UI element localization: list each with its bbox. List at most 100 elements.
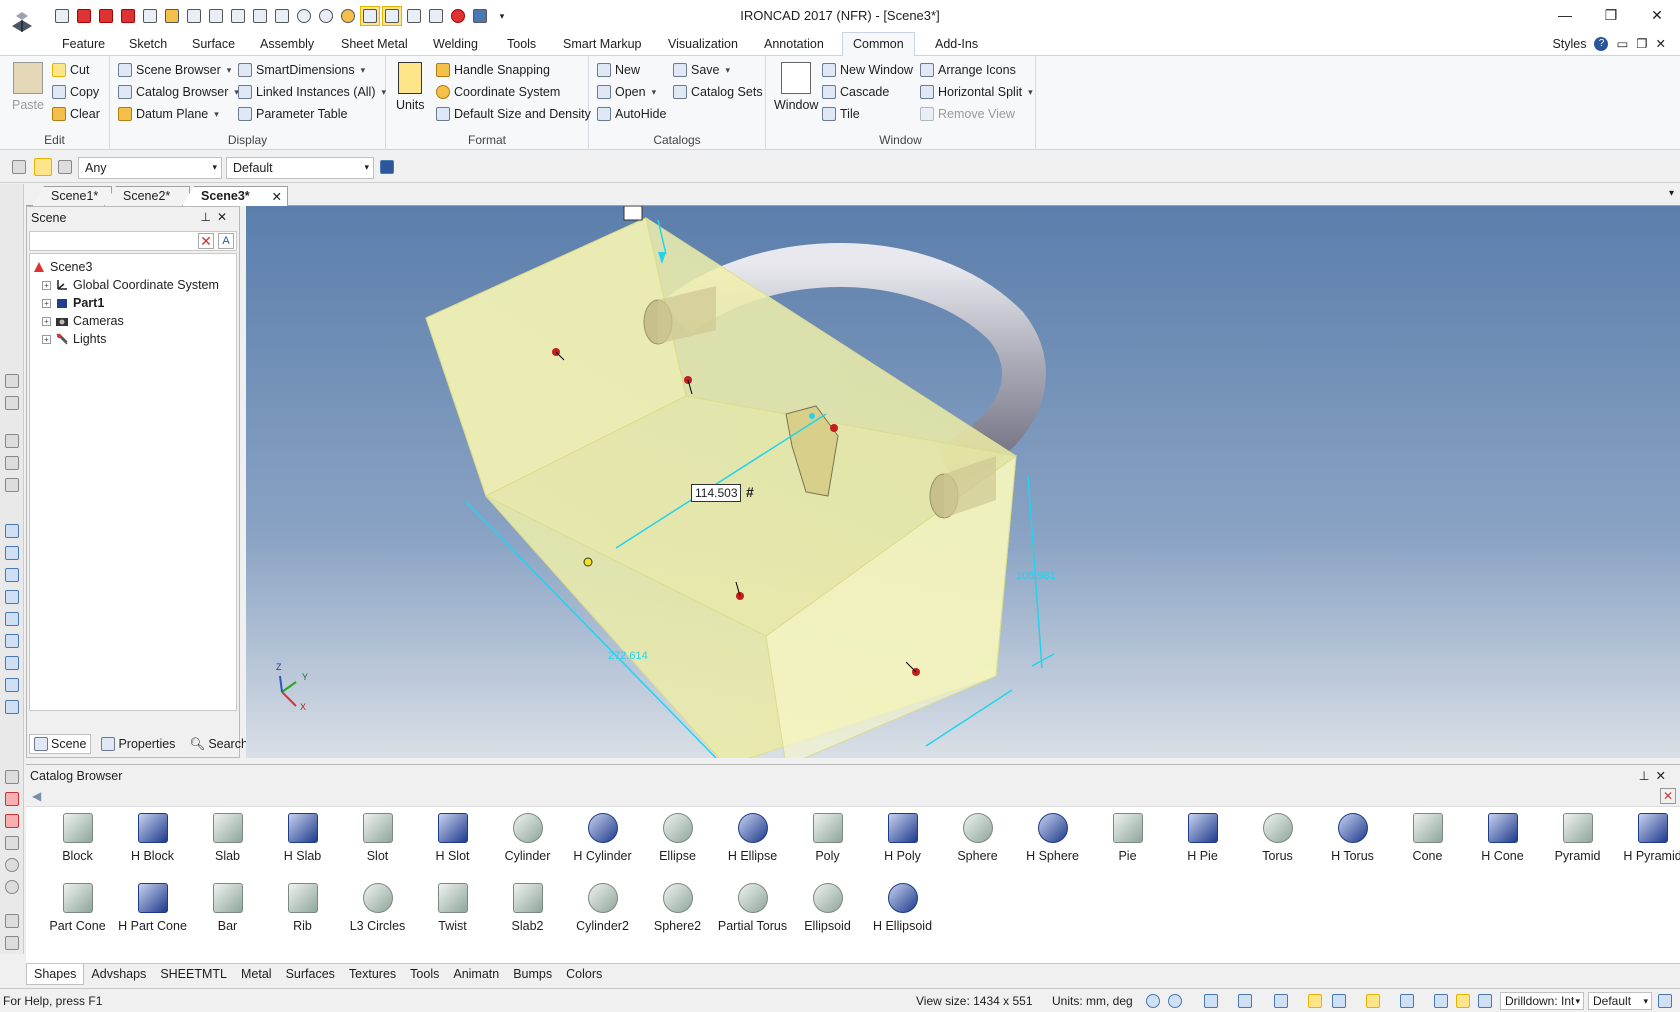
sketch-tool-icon[interactable] <box>5 914 19 928</box>
view-bottom-icon[interactable] <box>5 634 19 648</box>
style-select[interactable]: Default ▾ <box>226 157 374 179</box>
catalog-item-ellipse[interactable]: Ellipse <box>640 813 715 863</box>
cut-button[interactable]: Cut <box>52 60 89 80</box>
autohide-button[interactable]: AutoHide <box>597 104 666 124</box>
tab-welding[interactable]: Welding <box>433 35 478 53</box>
layout-icon[interactable] <box>1658 994 1672 1008</box>
catalog-save-button[interactable]: Save ▾ <box>673 60 730 80</box>
status-style-select[interactable]: Default ▾ <box>1588 992 1652 1010</box>
tab-smart-markup[interactable]: Smart Markup <box>563 35 642 53</box>
tab-common[interactable]: Common <box>842 32 915 57</box>
ribbon-restore-icon[interactable]: ❐ <box>1636 36 1647 51</box>
catalog-tab-sheetmtl[interactable]: SHEETMTL <box>153 964 234 985</box>
catalog-item-h-pie[interactable]: H Pie <box>1165 813 1240 863</box>
catalog-item-h-sphere[interactable]: H Sphere <box>1015 813 1090 863</box>
close-catalog-icon[interactable]: ✕ <box>1660 788 1676 804</box>
zoom-icon[interactable] <box>1146 994 1160 1008</box>
copy-button[interactable]: Copy <box>52 82 99 102</box>
tree-item-global-coordinate-system[interactable]: + Global Coordinate System <box>32 276 234 294</box>
new-window-button[interactable]: New Window <box>822 60 913 80</box>
tab-list-chevron-icon[interactable]: ▾ <box>1669 188 1674 199</box>
tab-add-ins[interactable]: Add-Ins <box>935 35 978 53</box>
catalog-tab-surfaces[interactable]: Surfaces <box>279 964 342 985</box>
tab-sheet-metal[interactable]: Sheet Metal <box>341 35 408 53</box>
catalog-item-h-ellipsoid[interactable]: H Ellipsoid <box>865 883 940 933</box>
catalog-tab-colors[interactable]: Colors <box>559 964 609 985</box>
restore-button[interactable]: ❐ <box>1588 0 1634 30</box>
catalog-item-slot[interactable]: Slot <box>340 813 415 863</box>
view-top-icon[interactable] <box>5 612 19 626</box>
catalog-tab-bumps[interactable]: Bumps <box>506 964 559 985</box>
view-trimetric-icon[interactable] <box>5 700 19 714</box>
catalog-item-cone[interactable]: Cone <box>1390 813 1465 863</box>
tree-item-lights[interactable]: + Lights <box>32 330 234 348</box>
catalog-browser-button[interactable]: Catalog Browser ▾ <box>118 82 239 102</box>
catalog-item-pyramid[interactable]: Pyramid <box>1540 813 1615 863</box>
catalog-item-bar[interactable]: Bar <box>190 883 265 933</box>
catalog-item-rib[interactable]: Rib <box>265 883 340 933</box>
hand-icon[interactable] <box>1434 994 1448 1008</box>
catalog-tab-advshaps[interactable]: Advshaps <box>84 964 153 985</box>
view-dimetric-icon[interactable] <box>5 678 19 692</box>
tab-scene[interactable]: Scene <box>29 734 92 754</box>
scene-filter-bar[interactable]: ✕ A <box>29 231 237 251</box>
drilldown-select[interactable]: Drilldown: Int ▾ <box>1500 992 1584 1010</box>
help-icon[interactable]: ? <box>1594 36 1609 51</box>
tile-button[interactable]: Tile <box>822 104 860 124</box>
pointer-icon[interactable] <box>1456 994 1470 1008</box>
handle-snapping-button[interactable]: Handle Snapping <box>436 60 550 80</box>
expand-icon[interactable]: + <box>42 334 51 344</box>
remove-view-button[interactable]: Remove View <box>920 104 1015 124</box>
pick-filter-icon[interactable] <box>12 160 26 174</box>
minimize-button[interactable]: — <box>1542 0 1588 30</box>
catalog-item-twist[interactable]: Twist <box>415 883 490 933</box>
linked-instances-button[interactable]: Linked Instances (All) ▾ <box>238 82 386 102</box>
no-entry-icon[interactable] <box>5 880 19 894</box>
catalog-item-h-cylinder[interactable]: H Cylinder <box>565 813 640 863</box>
catalog-item-part-cone[interactable]: Part Cone <box>40 883 115 933</box>
catalog-item-partial-torus[interactable]: Partial Torus <box>715 883 790 933</box>
tab-feature[interactable]: Feature <box>62 35 105 53</box>
view-back-icon[interactable] <box>5 546 19 560</box>
measure-icon[interactable] <box>5 814 19 828</box>
catalog-item-h-ellipse[interactable]: H Ellipse <box>715 813 790 863</box>
dimension-tool-icon[interactable] <box>5 770 19 784</box>
catalog-item-l3-circles[interactable]: L3 Circles <box>340 883 415 933</box>
catalog-item-h-pyramid[interactable]: H Pyramid <box>1615 813 1680 863</box>
clear-filter-icon[interactable]: ✕ <box>198 233 214 249</box>
visibility-icon[interactable] <box>1204 994 1218 1008</box>
catalog-item-h-poly[interactable]: H Poly <box>865 813 940 863</box>
edge-snap-icon[interactable] <box>5 478 19 492</box>
catalog-item-h-slot[interactable]: H Slot <box>415 813 490 863</box>
selection-mode-icon[interactable] <box>1308 994 1322 1008</box>
catalog-item-slab2[interactable]: Slab2 <box>490 883 565 933</box>
tab-annotation[interactable]: Annotation <box>764 35 824 53</box>
triball-mode-icon[interactable] <box>1332 994 1346 1008</box>
sort-filter-icon[interactable]: A <box>218 233 234 249</box>
face-snap-icon[interactable] <box>5 456 19 470</box>
hierarchy-icon[interactable] <box>380 160 394 174</box>
catalog-item-h-block[interactable]: H Block <box>115 813 190 863</box>
anchor-icon[interactable] <box>623 206 643 221</box>
catalog-item-cylinder[interactable]: Cylinder <box>490 813 565 863</box>
default-size-button[interactable]: Default Size and Density <box>436 104 591 124</box>
tree-item-cameras[interactable]: + Cameras <box>32 312 234 330</box>
dimension-lock-icon[interactable]: # <box>746 484 754 500</box>
close-button[interactable]: ✕ <box>1634 0 1680 30</box>
units-button[interactable]: Units <box>396 62 424 112</box>
datum-plane-button[interactable]: Datum Plane ▾ <box>118 104 219 124</box>
tab-surface[interactable]: Surface <box>192 35 235 53</box>
ribbon-minimize-icon[interactable]: ▭ <box>1616 36 1628 51</box>
copy-link-icon[interactable] <box>5 396 19 410</box>
camera-mode-icon[interactable] <box>1400 994 1414 1008</box>
catalog-item-ellipsoid[interactable]: Ellipsoid <box>790 883 865 933</box>
catalog-tab-textures[interactable]: Textures <box>342 964 403 985</box>
scene-browser-button[interactable]: Scene Browser ▾ <box>118 60 231 80</box>
close-icon[interactable]: ✕ <box>272 189 282 204</box>
tab-tools[interactable]: Tools <box>507 35 536 53</box>
parameter-table-button[interactable]: Parameter Table <box>238 104 348 124</box>
back-arrow-icon[interactable]: ◀ <box>32 789 41 803</box>
ruler-tool-icon[interactable] <box>5 936 19 950</box>
catalog-tab-shapes[interactable]: Shapes <box>26 964 85 985</box>
catalog-item-slab[interactable]: Slab <box>190 813 265 863</box>
